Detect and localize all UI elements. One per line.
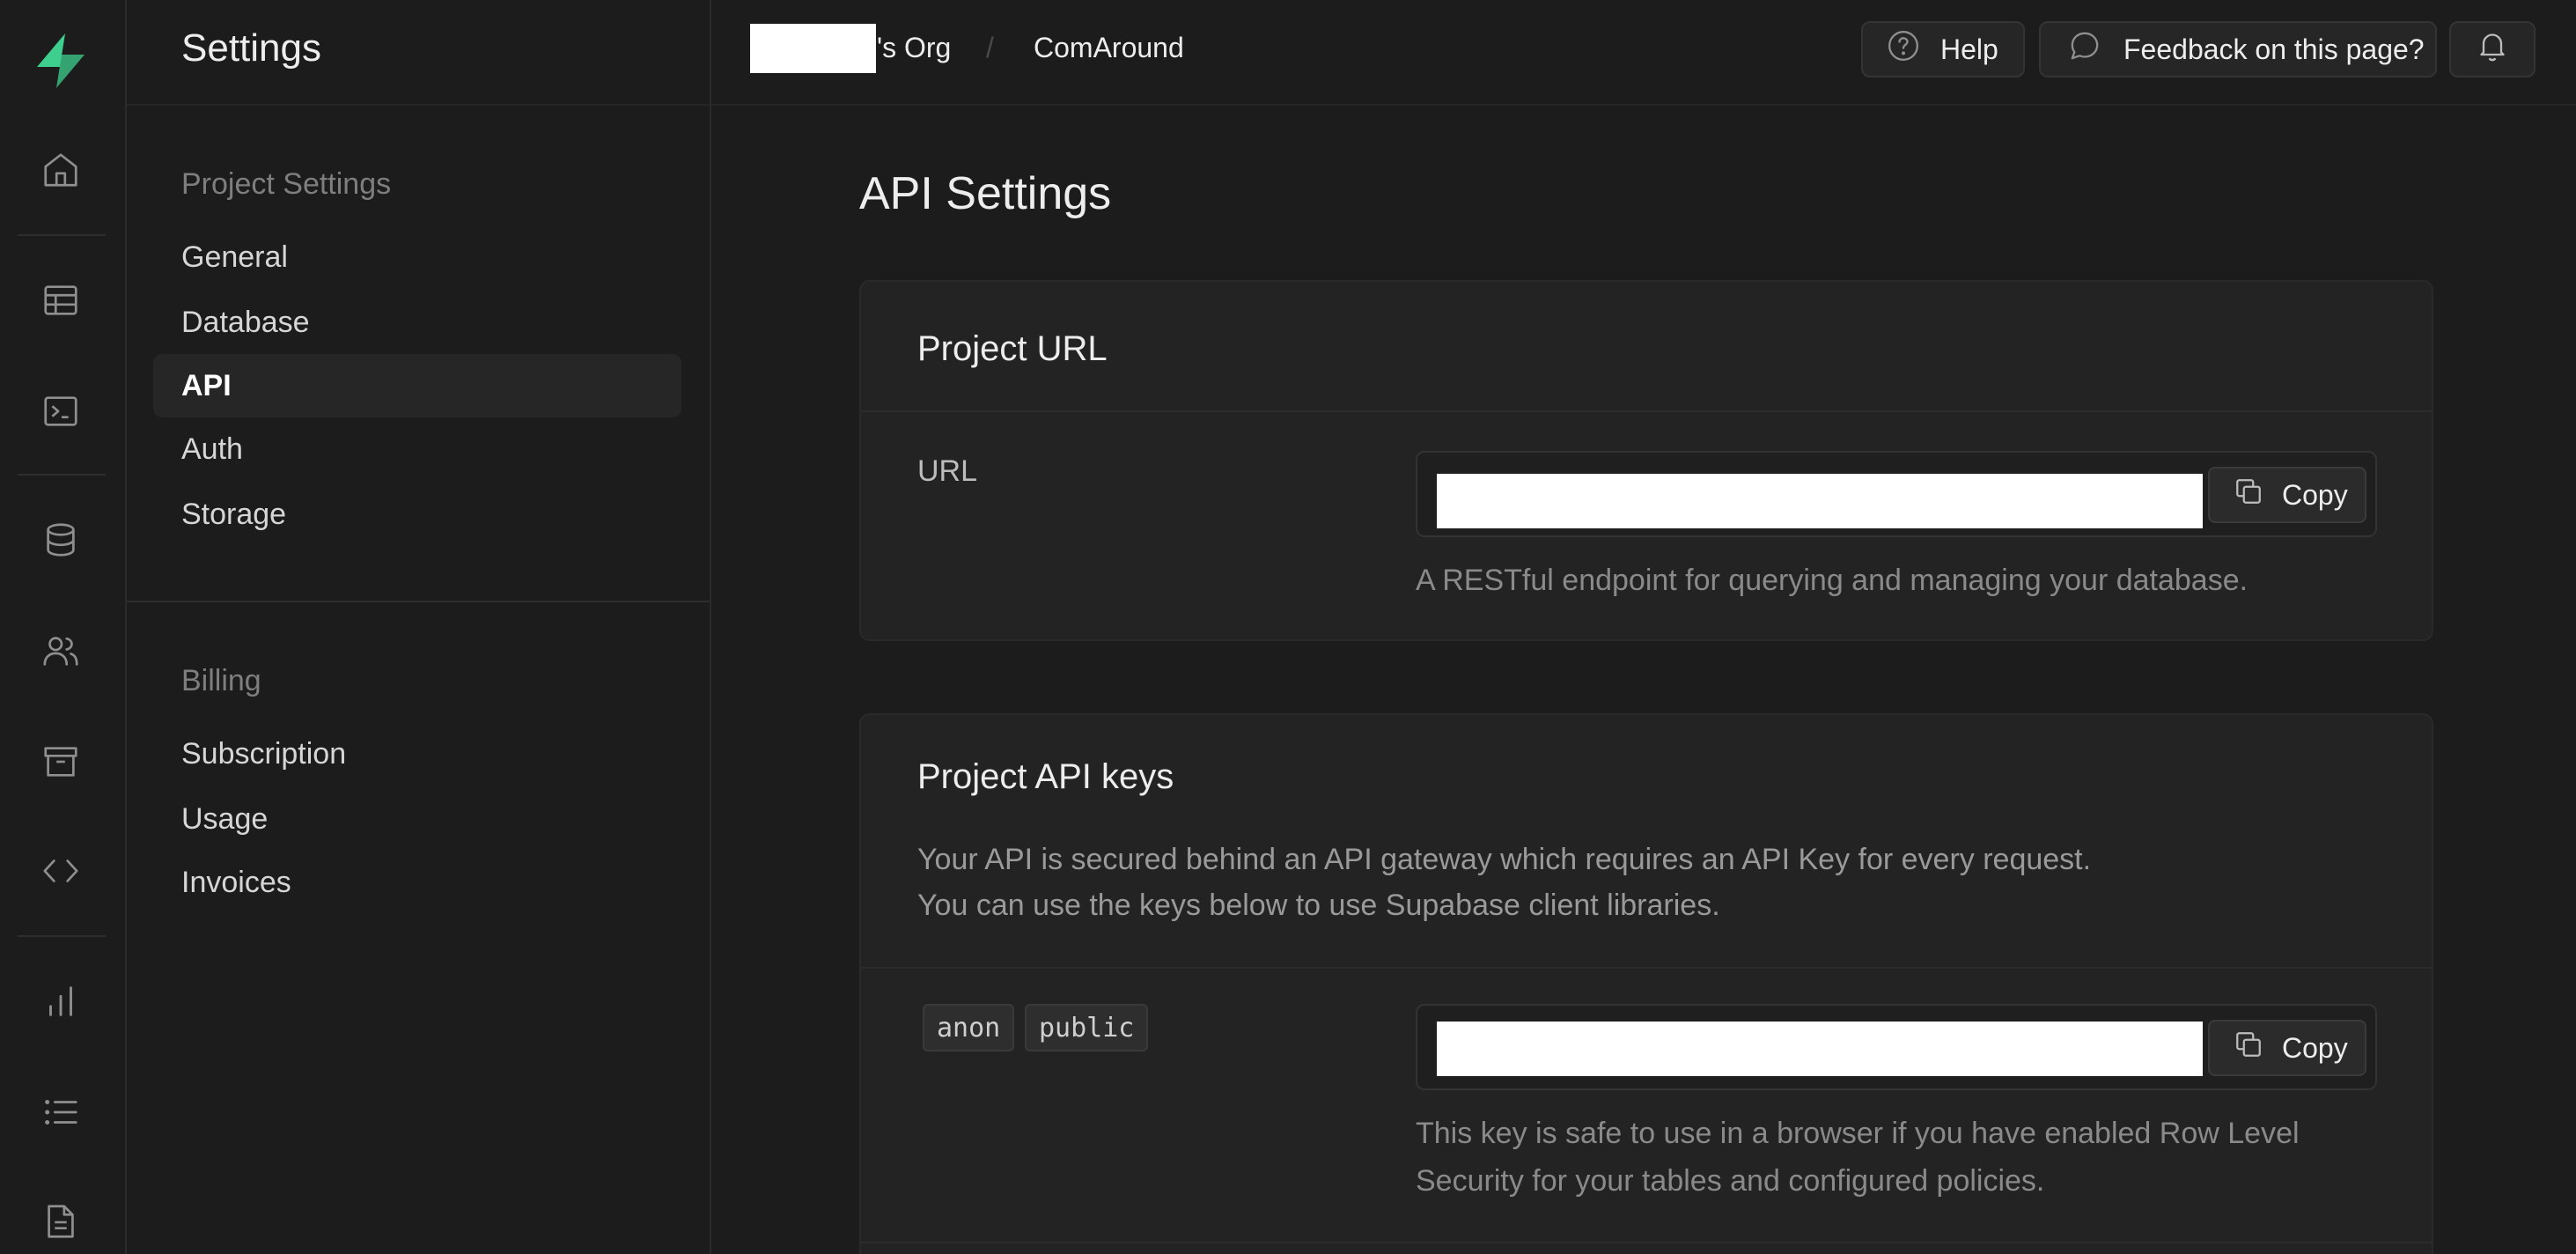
card-divider — [861, 1242, 2432, 1243]
help-circle-icon — [1886, 28, 1921, 70]
breadcrumb-project[interactable]: ComAround — [1034, 32, 1184, 64]
sidebar-header-border — [127, 104, 710, 106]
copy-anon-key-button[interactable]: Copy — [2208, 1020, 2366, 1076]
logs-icon[interactable] — [39, 1090, 83, 1134]
help-button[interactable]: Help — [1861, 21, 2025, 77]
feedback-button[interactable]: Feedback on this page? — [2039, 21, 2437, 77]
message-circle-icon — [2067, 28, 2102, 70]
docs-icon[interactable] — [39, 1199, 83, 1243]
url-value-redacted[interactable] — [1437, 474, 2203, 528]
top-bar: 's Org / ComAround Help Feedback on this… — [711, 0, 2576, 106]
url-field[interactable]: Copy — [1416, 451, 2377, 537]
api-keys-description-line2: You can use the keys below to use Supaba… — [917, 889, 1720, 922]
api-keys-description-line1: Your API is secured behind an API gatewa… — [917, 843, 2092, 876]
notifications-button[interactable] — [2449, 21, 2536, 77]
project-url-title: Project URL — [917, 329, 1108, 368]
sidebar-item-api[interactable]: API — [153, 354, 681, 417]
home-icon[interactable] — [39, 148, 83, 192]
supabase-logo[interactable] — [30, 30, 92, 92]
card-divider — [861, 967, 2432, 969]
breadcrumb-separator: / — [986, 32, 994, 63]
anon-key-help-line2: Security for your tables and configured … — [1416, 1164, 2045, 1198]
billing-heading: Billing — [181, 664, 261, 697]
project-url-card: Project URL URL Copy A RESTful endpoint … — [859, 280, 2433, 641]
anon-tag: anon — [923, 1004, 1015, 1051]
api-keys-card: Project API keys Your API is secured beh… — [859, 713, 2433, 1254]
sidebar-item-auth[interactable]: Auth — [153, 417, 681, 481]
sql-editor-icon[interactable] — [39, 389, 83, 433]
sidebar-item-subscription[interactable]: Subscription — [153, 722, 681, 786]
help-label: Help — [1940, 33, 1998, 65]
rail-separator — [18, 474, 106, 476]
table-editor-icon[interactable] — [39, 278, 83, 322]
database-icon[interactable] — [39, 518, 83, 562]
auth-users-icon[interactable] — [39, 629, 83, 673]
copy-label: Copy — [2282, 1031, 2348, 1064]
feedback-label: Feedback on this page? — [2123, 33, 2425, 65]
sidebar-item-invoices[interactable]: Invoices — [153, 851, 681, 914]
url-help-text: A RESTful endpoint for querying and mana… — [1416, 564, 2248, 597]
api-keys-title: Project API keys — [917, 757, 1174, 796]
sidebar-title: Settings — [181, 26, 321, 70]
sidebar-item-general[interactable]: General — [153, 225, 681, 289]
sidebar-divider — [127, 601, 710, 602]
api-docs-icon[interactable] — [39, 849, 83, 893]
anon-key-help-line1: This key is safe to use in a browser if … — [1416, 1117, 2300, 1150]
project-settings-heading: Project Settings — [181, 167, 392, 201]
bell-icon — [2475, 28, 2510, 70]
org-name-redacted — [750, 24, 876, 73]
card-divider — [861, 410, 2432, 412]
copy-url-button[interactable]: Copy — [2208, 467, 2366, 523]
url-field-label: URL — [917, 454, 978, 488]
rail-separator — [18, 234, 106, 236]
storage-icon[interactable] — [39, 740, 83, 784]
copy-icon — [2233, 476, 2264, 514]
copy-label: Copy — [2282, 478, 2348, 511]
icon-rail — [0, 0, 127, 1254]
sidebar-item-database[interactable]: Database — [153, 291, 681, 354]
anon-key-value-redacted[interactable] — [1437, 1022, 2203, 1076]
copy-icon — [2233, 1029, 2264, 1067]
page-title: API Settings — [859, 168, 1112, 219]
sidebar-item-usage[interactable]: Usage — [153, 787, 681, 851]
anon-key-field[interactable]: Copy — [1416, 1004, 2377, 1090]
breadcrumb-org[interactable]: 's Org — [877, 32, 951, 64]
settings-sidebar: Settings Project Settings General Databa… — [127, 0, 711, 1254]
sidebar-item-storage[interactable]: Storage — [153, 483, 681, 546]
public-tag: public — [1025, 1004, 1149, 1051]
rail-separator — [18, 935, 106, 937]
reports-icon[interactable] — [39, 979, 83, 1023]
